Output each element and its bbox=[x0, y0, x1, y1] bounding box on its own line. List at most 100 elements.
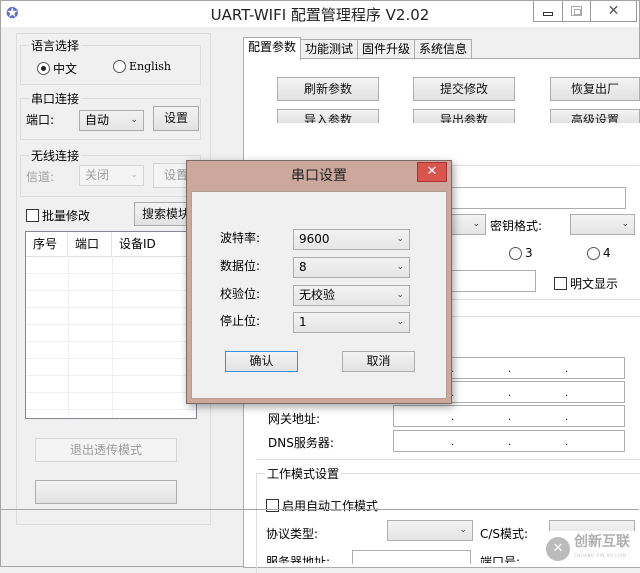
wireless-legend: 无线连接 bbox=[29, 147, 82, 164]
table-row bbox=[26, 392, 196, 393]
gateway-label: 网关地址: bbox=[268, 412, 321, 426]
factory-reset-button[interactable]: 恢复出厂 bbox=[550, 77, 640, 101]
tab-function-test[interactable]: 功能测试 bbox=[301, 39, 359, 59]
stop-bits-value: 1 bbox=[299, 315, 307, 329]
channel-select[interactable]: 关闭 ⌄ bbox=[79, 165, 144, 186]
advanced-settings-button[interactable]: 高级设置 bbox=[550, 109, 640, 123]
table-row bbox=[26, 375, 196, 376]
brand-logo-icon: ✕ bbox=[546, 537, 570, 561]
minimize-button[interactable] bbox=[534, 1, 562, 21]
ip-separator: . bbox=[565, 412, 569, 423]
radio-circle-icon bbox=[509, 246, 522, 260]
key-format-select[interactable]: ⌄ bbox=[570, 214, 635, 235]
table-row bbox=[26, 290, 196, 291]
ip-separator: . bbox=[508, 388, 512, 399]
table-row bbox=[26, 324, 196, 325]
protocol-type-select[interactable]: ⌄ bbox=[387, 520, 473, 541]
exit-transparent-mode-button[interactable]: 退出透传模式 bbox=[35, 438, 177, 462]
chevron-down-icon: ⌄ bbox=[396, 262, 404, 272]
baud-rate-value: 9600 bbox=[299, 232, 330, 246]
tab-system-info[interactable]: 系统信息 bbox=[415, 39, 473, 59]
radio-circle-icon bbox=[113, 60, 126, 73]
port-value: 自动 bbox=[85, 113, 110, 127]
radio-chinese[interactable]: 中文 bbox=[37, 60, 77, 77]
serial-settings-button[interactable]: 设置 bbox=[153, 106, 199, 131]
export-params-button[interactable]: 导出参数 bbox=[413, 109, 515, 123]
dialog-body: 波特率: 9600 ⌄ 数据位: 8 ⌄ 校验位: 无校验 ⌄ 停止位: 1 ⌄… bbox=[191, 191, 447, 399]
table-header-divider bbox=[26, 256, 196, 257]
ip-separator: . bbox=[508, 412, 512, 423]
table-row bbox=[26, 341, 196, 342]
column-header-index[interactable]: 序号 bbox=[26, 232, 68, 256]
radio-label: English bbox=[129, 60, 171, 73]
tab-bar: 配置参数 功能测试 固件升级 系统信息 bbox=[243, 37, 473, 60]
window-controls: ✕ bbox=[533, 1, 637, 22]
server-address-label: 服务器地址: bbox=[266, 555, 331, 563]
batch-modify-label: 批量修改 bbox=[42, 209, 91, 223]
cs-mode-label: C/S模式: bbox=[480, 527, 529, 541]
batch-modify-checkbox[interactable]: 批量修改 bbox=[26, 207, 90, 224]
chevron-down-icon: ⌄ bbox=[130, 170, 138, 180]
title-bar: ✪ UART-WIFI 配置管理程序 V2.02 ✕ bbox=[1, 1, 639, 27]
watermark: ✕ 创新互联 CHUANG XIN HU LIAN bbox=[540, 531, 640, 567]
checkbox-box bbox=[554, 277, 567, 290]
ip-separator: . bbox=[565, 364, 569, 375]
show-plaintext-checkbox[interactable]: 明文显示 bbox=[554, 275, 618, 292]
table-row bbox=[26, 273, 196, 274]
close-button[interactable]: ✕ bbox=[590, 1, 636, 21]
chevron-down-icon: ⌄ bbox=[396, 317, 404, 327]
maximize-button[interactable] bbox=[562, 1, 590, 21]
radio-key-index-4[interactable]: 4 bbox=[587, 246, 611, 260]
ip-separator: . bbox=[565, 388, 569, 399]
data-bits-select[interactable]: 8 ⌄ bbox=[293, 257, 410, 278]
column-header-device-id[interactable]: 设备ID bbox=[112, 232, 196, 256]
frame-divider bbox=[256, 459, 640, 460]
cancel-button[interactable]: 取消 bbox=[342, 351, 415, 372]
device-table[interactable]: 序号 端口 设备ID bbox=[25, 231, 197, 419]
gateway-input[interactable]: . . . bbox=[393, 405, 625, 427]
language-group: 语言选择 中文 English bbox=[20, 37, 201, 85]
radio-label: 3 bbox=[525, 246, 533, 260]
baud-rate-select[interactable]: 9600 ⌄ bbox=[293, 229, 410, 250]
server-address-input[interactable] bbox=[352, 550, 471, 564]
chevron-down-icon: ⌄ bbox=[130, 115, 138, 125]
key-format-label: 密钥格式: bbox=[490, 219, 543, 233]
table-row bbox=[26, 358, 196, 359]
watermark-subtitle: CHUANG XIN HU LIAN bbox=[574, 553, 627, 558]
blank-action-button[interactable] bbox=[35, 480, 177, 504]
dns-input[interactable]: . . . bbox=[393, 430, 625, 452]
import-params-button[interactable]: 导入参数 bbox=[277, 109, 379, 123]
serial-settings-dialog: 串口设置 ✕ 波特率: 9600 ⌄ 数据位: 8 ⌄ 校验位: 无校验 ⌄ 停… bbox=[186, 160, 452, 404]
close-icon: ✕ bbox=[607, 3, 620, 19]
port-label: 端口: bbox=[26, 113, 55, 127]
radio-key-index-3[interactable]: 3 bbox=[509, 246, 533, 260]
table-row bbox=[26, 307, 196, 308]
baud-rate-label: 波特率: bbox=[220, 231, 261, 245]
port-select[interactable]: 自动 ⌄ bbox=[79, 110, 144, 131]
table-row bbox=[26, 409, 196, 410]
refresh-params-button[interactable]: 刷新参数 bbox=[277, 77, 379, 101]
column-header-port[interactable]: 端口 bbox=[68, 232, 112, 256]
radio-label: 4 bbox=[603, 246, 611, 260]
parity-label: 校验位: bbox=[220, 287, 261, 301]
ip-separator: . bbox=[451, 412, 455, 423]
port-number-label: 端口号: bbox=[480, 555, 521, 563]
protocol-type-label: 协议类型: bbox=[266, 527, 319, 541]
auto-work-mode-checkbox[interactable]: 启用自动工作模式 bbox=[266, 497, 378, 514]
checkbox-box bbox=[266, 499, 279, 512]
dialog-close-button[interactable]: ✕ bbox=[417, 162, 447, 182]
stop-bits-label: 停止位: bbox=[220, 314, 261, 328]
chevron-down-icon: ⌄ bbox=[472, 219, 480, 229]
tab-config[interactable]: 配置参数 bbox=[243, 37, 302, 60]
confirm-button[interactable]: 确认 bbox=[225, 351, 298, 372]
stop-bits-select[interactable]: 1 ⌄ bbox=[293, 312, 410, 333]
ip-separator: . bbox=[451, 437, 455, 448]
parity-select[interactable]: 无校验 ⌄ bbox=[293, 285, 410, 306]
ip-separator: . bbox=[508, 437, 512, 448]
tab-firmware-upgrade[interactable]: 固件升级 bbox=[358, 39, 416, 59]
auto-work-mode-label: 启用自动工作模式 bbox=[282, 499, 379, 513]
submit-changes-button[interactable]: 提交修改 bbox=[413, 77, 515, 101]
data-bits-value: 8 bbox=[299, 260, 307, 274]
table-col-divider bbox=[112, 256, 113, 418]
radio-english[interactable]: English bbox=[113, 60, 171, 73]
